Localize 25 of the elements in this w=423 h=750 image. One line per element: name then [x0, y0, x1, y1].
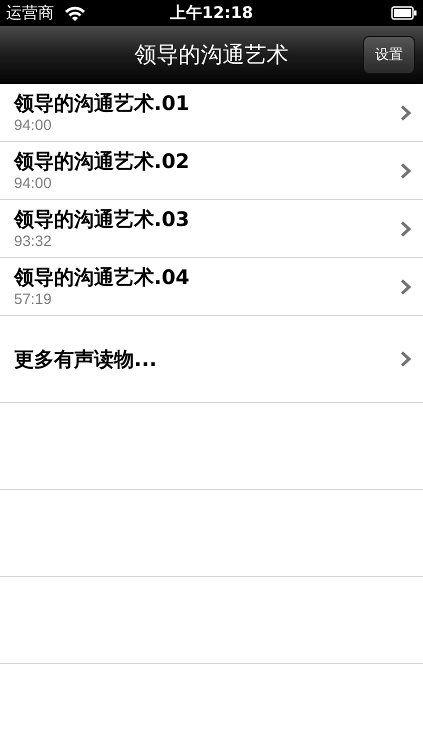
wifi-icon: [64, 5, 86, 21]
episode-title: 领导的沟通艺术.03: [14, 206, 190, 232]
nav-title: 领导的沟通艺术: [134, 42, 288, 70]
episode-row[interactable]: 领导的沟通艺术.03 93:32: [0, 200, 423, 258]
chevron-icon: [400, 220, 411, 236]
status-time: 上午12:18: [170, 2, 253, 24]
more-row[interactable]: 更多有声读物...: [0, 316, 423, 403]
chevron-icon: [400, 278, 411, 294]
episode-duration: 94:00: [14, 116, 53, 136]
chevron-icon: [400, 351, 411, 367]
settings-button[interactable]: 设置: [363, 36, 415, 74]
episode-title: 领导的沟通艺术.01: [14, 90, 190, 116]
episode-row[interactable]: 领导的沟通艺术.02 94:00: [0, 142, 423, 200]
chevron-icon: [400, 104, 411, 120]
episode-duration: 93:32: [14, 232, 53, 252]
more-label: 更多有声读物...: [14, 346, 158, 373]
chevron-icon: [400, 162, 411, 178]
battery-icon: [391, 6, 417, 20]
episode-title: 领导的沟通艺术.02: [14, 148, 190, 174]
episode-title: 领导的沟通艺术.04: [14, 264, 190, 290]
episode-duration: 94:00: [14, 174, 53, 194]
episode-row[interactable]: 领导的沟通艺术.04 57:19: [0, 258, 423, 316]
carrier-name: 运营商: [6, 2, 54, 24]
episode-row[interactable]: 领导的沟通艺术.01 94:00: [0, 84, 423, 142]
episode-duration: 57:19: [14, 290, 53, 310]
